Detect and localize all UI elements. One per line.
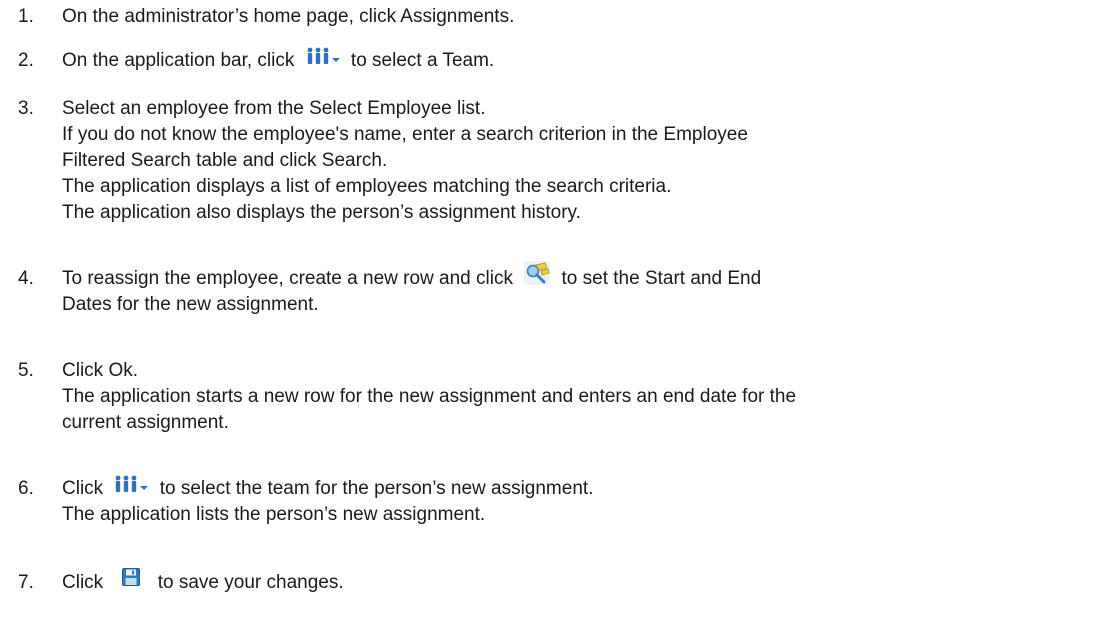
step-line: The application lists the person’s new a… <box>62 504 486 525</box>
step-number: 1. <box>18 6 34 27</box>
step-text-after-icon: to select a Team. <box>350 50 495 71</box>
step-line: On the administrator’s home page, click … <box>62 6 515 27</box>
step-line: Select an employee from the Select Emplo… <box>62 98 486 119</box>
step-text: Click to save your changes. <box>62 567 1087 596</box>
step-line: Dates for the new assignment. <box>62 294 319 315</box>
team-selector-icon <box>114 475 150 493</box>
step-text: Click Ok. The application starts a new r… <box>62 358 1087 436</box>
team-selector-icon <box>306 47 342 65</box>
step-text-after-icon: to save your changes. <box>157 572 344 593</box>
step-text-before-icon: To reassign the employee, create a new r… <box>62 268 513 289</box>
step-number: 6. <box>18 478 34 499</box>
step-number: 2. <box>18 50 34 71</box>
date-edit-icon <box>524 260 551 285</box>
step-line: The application also displays the person… <box>62 202 581 223</box>
step-number: 5. <box>18 360 34 381</box>
step-text: To reassign the employee, create a new r… <box>62 260 1087 318</box>
step-line: Click Ok. <box>62 360 138 381</box>
step-number: 4. <box>18 268 34 289</box>
step-number: 3. <box>18 98 34 119</box>
step-line: Filtered Search table and click Search. <box>62 150 388 171</box>
step-text-before-icon: Click <box>62 572 104 593</box>
step-line: current assignment. <box>62 412 229 433</box>
step-text: Select an employee from the Select Emplo… <box>62 96 1087 226</box>
step-line: The application starts a new row for the… <box>62 386 797 407</box>
step-text-after-icon: to select the team for the person’s new … <box>159 478 594 499</box>
step-number: 7. <box>18 572 34 593</box>
step-text: On the administrator’s home page, click … <box>62 4 1087 30</box>
step-line: If you do not know the employee's name, … <box>62 124 748 145</box>
step-text-after-icon: to set the Start and End <box>561 268 762 289</box>
step-text: On the application bar, click to select … <box>62 47 1087 74</box>
step-text-before-icon: Click <box>62 478 104 499</box>
step-text-before-icon: On the application bar, click <box>62 50 295 71</box>
save-icon <box>122 567 141 586</box>
step-line: The application displays a list of emplo… <box>62 176 672 197</box>
step-text: Click to select the team for the person’… <box>62 475 1087 528</box>
